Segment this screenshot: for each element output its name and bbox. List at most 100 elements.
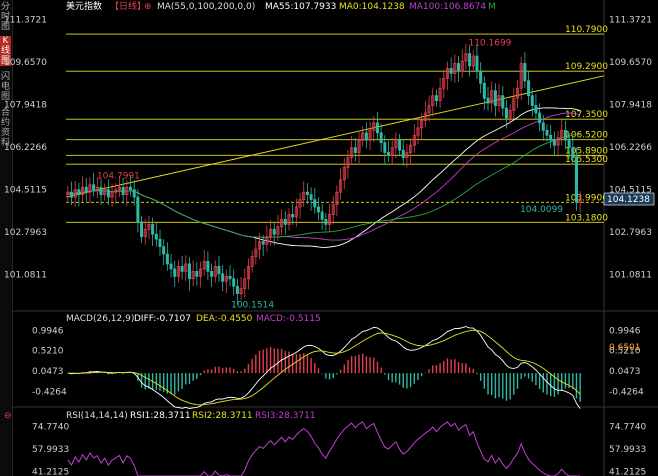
ma0-value: MA0:104.1238 [339, 2, 405, 12]
candle [213, 260, 217, 283]
candle [66, 185, 70, 201]
candlesticks [66, 43, 582, 305]
rsi-y-tick-right: 57.9933 [609, 445, 646, 455]
candle [291, 203, 295, 225]
candle [162, 239, 166, 266]
candle [169, 254, 173, 278]
rsi-lines [67, 421, 581, 476]
candle [283, 211, 287, 235]
candle [342, 158, 346, 190]
candle [527, 71, 531, 105]
rsi-y-tick-left: 74.7740 [32, 422, 69, 432]
y-tick-right: 109.6570 [609, 58, 652, 68]
rsi2-value: RSI2:28.3711 [192, 411, 253, 421]
candle [423, 101, 427, 128]
macd-y-tick-left: 0.9946 [32, 326, 64, 336]
candle [298, 192, 302, 219]
candle [390, 137, 394, 164]
candle [147, 215, 151, 240]
candle [70, 181, 74, 206]
candle [239, 276, 243, 301]
candle [176, 260, 180, 283]
candle [73, 181, 77, 208]
y-tick-left: 104.5115 [4, 185, 47, 195]
candle [490, 81, 494, 113]
candle [221, 265, 225, 292]
rsi-title: RSI(14,14,14) [66, 411, 128, 421]
candle [368, 121, 372, 151]
candle [416, 118, 420, 145]
macd-histogram: 0.6501 [67, 326, 641, 409]
hline-label: 110.7900 [565, 25, 608, 35]
ma55-line [67, 107, 581, 248]
rsi-y-tick-left: 41.2125 [32, 468, 69, 476]
candle [103, 183, 107, 201]
macd-title: MACD(26,12,9) [66, 314, 134, 324]
candle [191, 260, 195, 287]
candle [335, 185, 339, 217]
price-annotation: 104.0099 [520, 205, 563, 215]
macd-macd: MACD:-0.5115 [256, 314, 321, 324]
candle [398, 134, 402, 157]
candle [265, 225, 269, 252]
candle [328, 203, 332, 233]
candle [316, 197, 320, 221]
candle [457, 56, 461, 83]
candle [501, 85, 505, 117]
candle [471, 49, 475, 73]
candle [261, 234, 265, 256]
candle [427, 95, 431, 122]
macd-y-tick-left: 0.0473 [32, 367, 64, 377]
candle [401, 139, 405, 166]
rsi-y-tick-right: 41.2125 [609, 468, 646, 476]
candle [512, 87, 516, 119]
candle [165, 242, 169, 271]
candle [379, 123, 383, 152]
rsi3-value: RSI3:28.3711 [255, 411, 316, 421]
settings-icon[interactable]: ⊕ [144, 2, 152, 12]
candle [173, 260, 177, 287]
candle [217, 255, 221, 282]
candle [394, 132, 398, 159]
candle [519, 56, 523, 100]
candle [493, 83, 497, 117]
candle [232, 269, 236, 296]
candle [151, 217, 155, 246]
candle [228, 265, 232, 287]
y-tick-left: 101.0811 [4, 270, 47, 280]
candle [187, 257, 191, 291]
macd-y-tick-left: -0.4264 [32, 387, 67, 397]
candle [77, 182, 81, 207]
candle [364, 122, 368, 149]
period-label[interactable]: 【日线】 [110, 0, 146, 12]
rsi-settings-icon[interactable]: ⊖ [4, 411, 12, 421]
hline-label: 103.1800 [565, 213, 608, 223]
candle [449, 57, 453, 81]
ma100-value: MA100:106.8674 [409, 2, 486, 12]
candle [84, 177, 88, 202]
y-tick-right: 107.9418 [609, 101, 652, 111]
ma100-line [67, 112, 581, 241]
candle [81, 176, 85, 203]
candle [88, 177, 92, 204]
rsi-line [67, 421, 581, 476]
candle [445, 61, 449, 91]
candle [305, 182, 309, 204]
ma-indicator-label: MA(55,0,100,200,0,0) [157, 2, 255, 12]
candle [434, 89, 438, 107]
candle [523, 52, 527, 89]
candle [453, 54, 457, 83]
candle [357, 132, 361, 164]
candle [121, 177, 125, 204]
candle [195, 262, 199, 286]
y-tick-left: 107.9418 [4, 101, 47, 111]
candle [180, 255, 184, 280]
candle [106, 179, 110, 206]
candle [560, 119, 564, 146]
hline-label: 103.9900 [565, 193, 608, 203]
candle [250, 250, 254, 273]
candle [556, 130, 560, 157]
y-tick-left: 106.2266 [4, 143, 47, 153]
candle [184, 255, 188, 282]
y-tick-left: 111.3721 [4, 16, 47, 26]
